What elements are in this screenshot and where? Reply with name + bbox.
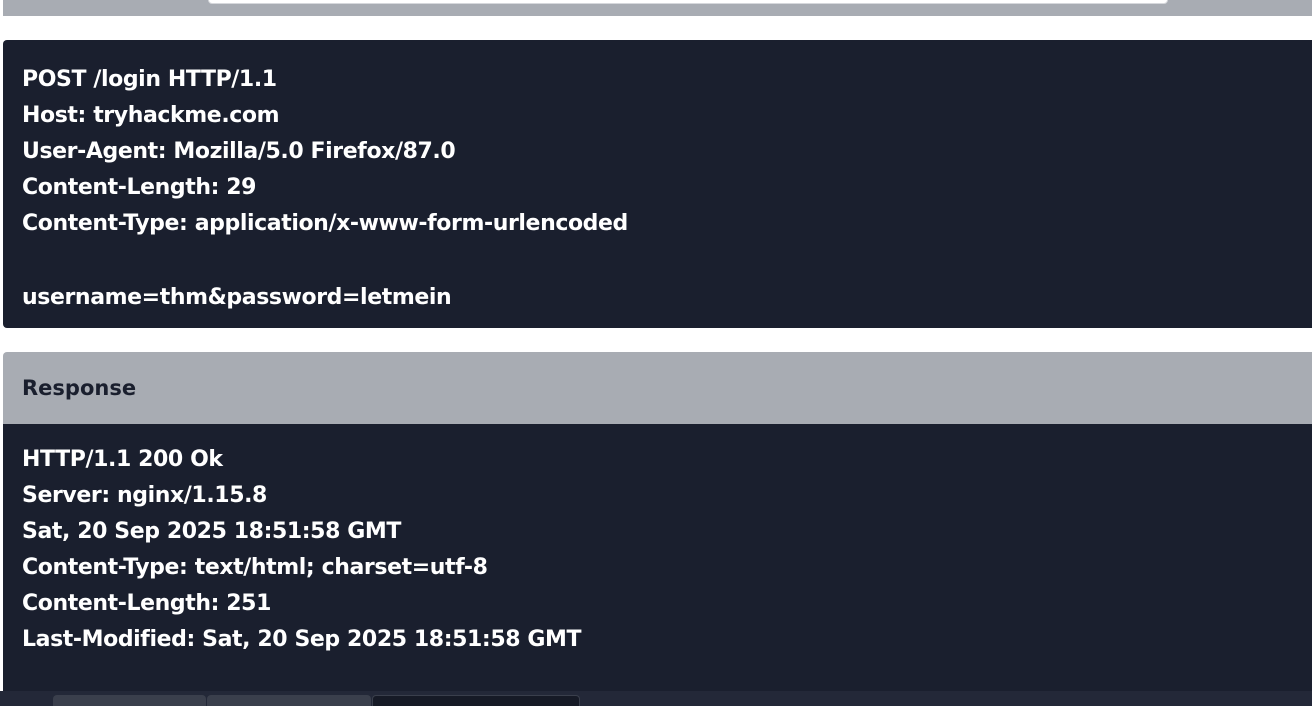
- bottom-tab-2[interactable]: [207, 695, 371, 706]
- previous-section-header: [3, 0, 1312, 16]
- request-body: username=thm&password=letmein: [22, 285, 452, 310]
- response-code-block: HTTP/1.1 200 Ok Server: nginx/1.15.8 Sat…: [3, 424, 1312, 706]
- url-input-field[interactable]: [208, 0, 1168, 4]
- response-header-date: Sat, 20 Sep 2025 18:51:58 GMT: [22, 519, 402, 544]
- response-header-content-type: Content-Type: text/html; charset=utf-8: [22, 555, 488, 580]
- response-section-title: Response: [3, 352, 1312, 424]
- request-header-user-agent: User-Agent: Mozilla/5.0 Firefox/87.0: [22, 139, 456, 164]
- request-header-content-length: Content-Length: 29: [22, 175, 257, 200]
- response-status-line: HTTP/1.1 200 Ok: [22, 447, 223, 472]
- request-body-separator: [22, 242, 1312, 280]
- bottom-tab-3[interactable]: [372, 695, 580, 706]
- request-line: POST /login HTTP/1.1: [22, 67, 277, 92]
- http-example-page: POST /login HTTP/1.1 Host: tryhackme.com…: [0, 0, 1312, 706]
- response-header-last-modified: Last-Modified: Sat, 20 Sep 2025 18:51:58…: [22, 627, 582, 652]
- request-header-content-type: Content-Type: application/x-www-form-url…: [22, 211, 628, 236]
- bottom-tab-1[interactable]: [53, 695, 206, 706]
- request-code-block: POST /login HTTP/1.1 Host: tryhackme.com…: [3, 40, 1312, 328]
- response-header-server: Server: nginx/1.15.8: [22, 483, 267, 508]
- request-header-host: Host: tryhackme.com: [22, 103, 280, 128]
- bottom-tab-bar: [0, 691, 1312, 706]
- response-header-content-length: Content-Length: 251: [22, 591, 271, 616]
